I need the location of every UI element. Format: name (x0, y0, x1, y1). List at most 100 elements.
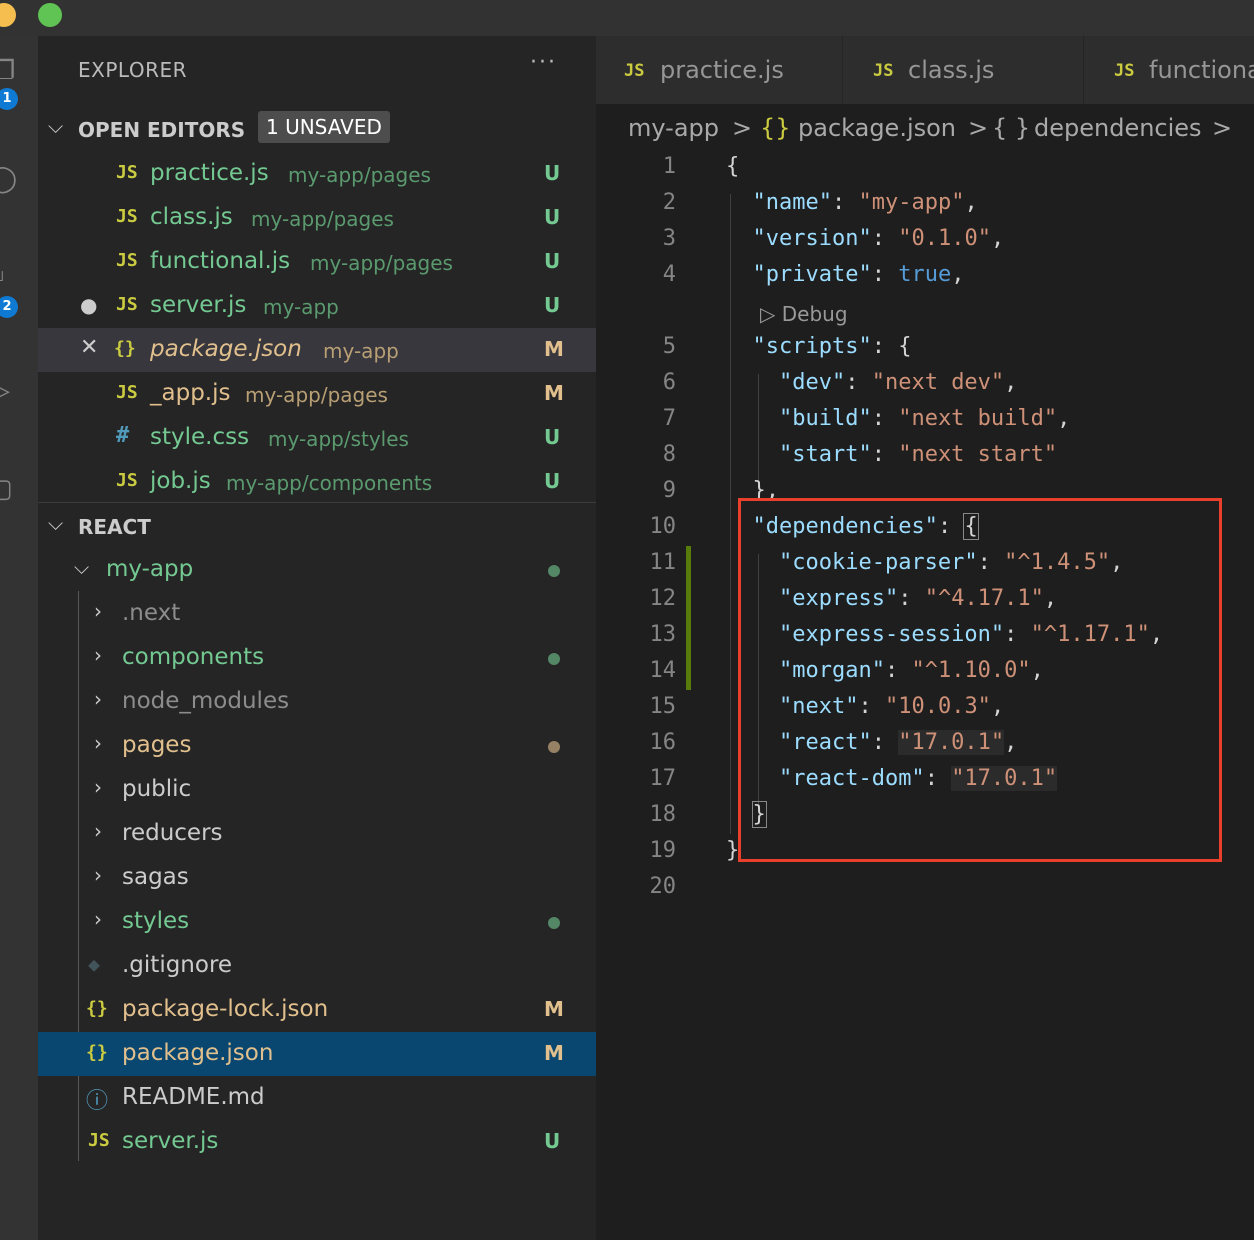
tab-class-js[interactable]: JS class.js (843, 36, 1084, 104)
tree-folder-my-app[interactable]: ⌵ my-app (38, 548, 596, 592)
open-editor-item-functional[interactable]: JS functional.js my-app/pages U (38, 240, 596, 284)
json-file-icon: {} (86, 998, 108, 1019)
git-status-untracked: U (544, 1129, 561, 1153)
code-line: "start": "next start" (778, 442, 1058, 467)
tree-folder-node-modules[interactable]: › node_modules (38, 680, 596, 724)
breadcrumb-separator-icon: > (732, 114, 753, 142)
search-icon[interactable]: ◯ (0, 166, 17, 192)
open-editor-item-package-json[interactable]: ✕ {} package.json my-app M (38, 328, 596, 372)
tab-practice-js[interactable]: JS practice.js (596, 36, 843, 104)
javascript-file-icon: JS (116, 206, 138, 227)
open-editors-section-header[interactable]: ⌵ OPEN EDITORS 1 UNSAVED (38, 108, 596, 152)
open-editor-path: my-app/styles (268, 427, 409, 451)
open-editor-name: style.css (150, 424, 250, 450)
line-number: 3 (662, 226, 676, 251)
breadcrumb-file[interactable]: package.json (798, 114, 956, 142)
info-file-icon: ⓘ (86, 1089, 109, 1114)
title-bar (0, 0, 1254, 36)
tree-item-label: package.json (122, 1040, 274, 1066)
tab-label: practice.js (660, 56, 784, 84)
code-line: "scripts": { (752, 334, 912, 359)
tree-folder-pages[interactable]: › pages (38, 724, 596, 768)
git-status-untracked: U (544, 469, 561, 493)
open-editor-item-app[interactable]: JS _app.js my-app/pages M (38, 372, 596, 416)
chevron-right-icon: › (94, 599, 102, 623)
breadcrumb-separator-icon: > (968, 114, 989, 142)
tree-file-readme[interactable]: ⓘ README.md (38, 1076, 596, 1120)
explorer-title: EXPLORER (78, 58, 187, 82)
tab-label: class.js (908, 56, 995, 84)
unsaved-dot-icon[interactable]: ● (80, 293, 97, 317)
explorer-sidebar: EXPLORER ··· ⌵ OPEN EDITORS 1 UNSAVED JS… (38, 36, 596, 1240)
git-untracked-dot (548, 653, 560, 665)
open-editor-path: my-app/pages (310, 251, 453, 275)
close-icon[interactable]: ✕ (80, 335, 98, 360)
breadcrumb-folder[interactable]: my-app (628, 114, 719, 142)
code-line: "dev": "next dev", (778, 370, 1018, 395)
open-editor-item-server[interactable]: ● JS server.js my-app U (38, 284, 596, 328)
chevron-right-icon: › (94, 819, 102, 843)
editor-tab-bar: JS practice.js JS class.js JS functional… (596, 36, 1254, 104)
more-actions-icon[interactable]: ··· (530, 50, 557, 75)
tree-folder-sagas[interactable]: › sagas (38, 856, 596, 900)
open-editor-item-class[interactable]: JS class.js my-app/pages U (38, 196, 596, 240)
line-number: 17 (649, 766, 677, 791)
minimize-window-button[interactable] (0, 3, 16, 27)
explorer-files-icon[interactable]: ❐ (0, 58, 15, 84)
tree-item-label: .next (122, 600, 181, 626)
activity-bar: ❐ 1 ◯ ⑂ 2 ▷ ▢ (0, 36, 38, 1240)
chevron-right-icon: › (94, 687, 102, 711)
open-editor-path: my-app/pages (288, 163, 431, 187)
tree-file-server[interactable]: JS server.js U (38, 1120, 596, 1164)
open-editor-name: practice.js (150, 160, 269, 186)
unsaved-count-badge: 1 UNSAVED (258, 111, 390, 143)
open-editor-item-practice[interactable]: JS practice.js my-app/pages U (38, 152, 596, 196)
git-status-untracked: U (544, 293, 561, 317)
tree-item-label: README.md (122, 1084, 265, 1110)
extensions-icon[interactable]: ▢ (0, 476, 13, 502)
tree-file-package-lock[interactable]: {} package-lock.json M (38, 988, 596, 1032)
debug-codelens[interactable]: ▷ Debug (760, 302, 848, 326)
git-file-icon: ◆ (88, 952, 101, 976)
tree-folder-reducers[interactable]: › reducers (38, 812, 596, 856)
breadcrumb: my-app > {} package.json > { } dependenc… (596, 104, 1254, 152)
maximize-window-button[interactable] (38, 3, 62, 27)
line-number: 14 (649, 658, 677, 683)
highlight-annotation-box (738, 498, 1222, 862)
tree-item-label: package-lock.json (122, 996, 329, 1022)
tree-file-gitignore[interactable]: ◆ .gitignore (38, 944, 596, 988)
line-number: 18 (649, 802, 677, 827)
open-editor-path: my-app/pages (251, 207, 394, 231)
source-control-icon[interactable]: ⑂ (0, 268, 6, 294)
breadcrumb-symbol[interactable]: dependencies (1034, 114, 1202, 142)
chevron-down-icon: ⌵ (48, 114, 64, 138)
open-editor-name: functional.js (150, 248, 291, 274)
react-section-header[interactable]: ⌵ REACT (38, 505, 596, 549)
tab-label: functional.js (1149, 56, 1254, 84)
line-number: 16 (649, 730, 677, 755)
source-control-badge: 2 (0, 296, 18, 318)
tree-folder-styles[interactable]: › styles (38, 900, 596, 944)
tree-folder-next[interactable]: › .next (38, 592, 596, 636)
line-number: 7 (662, 406, 676, 431)
open-editor-item-job[interactable]: JS job.js my-app/components U (38, 460, 596, 504)
javascript-file-icon: JS (88, 1130, 110, 1151)
open-editor-path: my-app/components (226, 471, 433, 495)
tree-folder-components[interactable]: › components (38, 636, 596, 680)
tab-functional-js[interactable]: JS functional.js (1084, 36, 1254, 104)
run-debug-icon[interactable]: ▷ (0, 378, 10, 404)
tree-item-label: styles (122, 908, 190, 934)
tree-item-label: pages (122, 732, 192, 758)
tree-folder-public[interactable]: › public (38, 768, 596, 812)
tree-file-package-json[interactable]: {} package.json M (38, 1032, 596, 1076)
object-symbol-icon: { } (992, 114, 1031, 142)
tree-item-label: .gitignore (122, 952, 233, 978)
code-editor[interactable]: 1 2 3 4 5 6 7 8 9 10 11 12 13 14 15 16 1… (596, 152, 1254, 1240)
open-editor-name: server.js (150, 292, 247, 318)
open-editor-item-style[interactable]: # style.css my-app/styles U (38, 416, 596, 460)
css-file-icon: # (116, 423, 130, 448)
line-number: 11 (649, 550, 677, 575)
line-number: 15 (649, 694, 677, 719)
open-editors-title: OPEN EDITORS (78, 118, 246, 142)
line-number: 19 (649, 838, 677, 863)
